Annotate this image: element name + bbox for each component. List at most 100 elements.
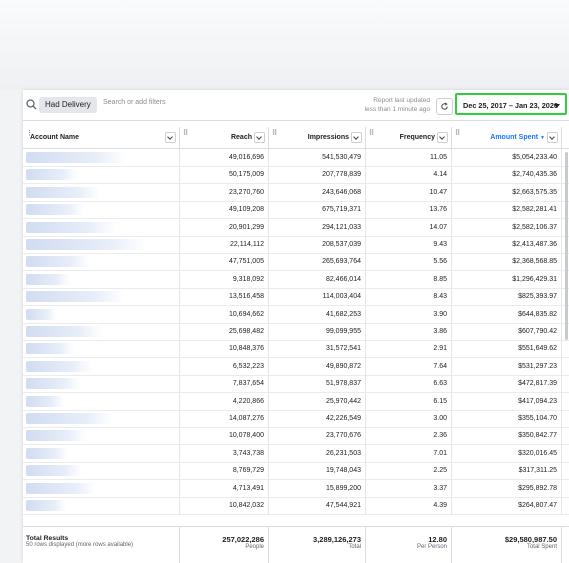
table-row[interactable]: 6,532,223 49,890,872 7.64 $531,297.23 [23, 357, 569, 376]
reach-cell: 22,114,112 [180, 236, 269, 253]
table-row[interactable]: 10,694,662 41,682,253 3.90 $644,835.82 [23, 305, 569, 324]
table-row[interactable]: 22,114,112 208,537,039 9.43 $2,413,487.36 [23, 236, 569, 254]
table-row[interactable]: 9,318,092 82,466,014 8.85 $1,296,429.31 [23, 270, 569, 289]
totals-unit: People [245, 544, 264, 550]
table-row[interactable]: 10,078,400 23,770,676 2.36 $350,842.77 [23, 427, 569, 446]
account-name-cell[interactable] [23, 357, 180, 375]
account-name-cell[interactable] [23, 305, 180, 323]
account-name-cell[interactable] [23, 375, 180, 393]
vertical-scrollbar[interactable] [565, 152, 568, 340]
totals-unit: Total Spent [526, 544, 557, 550]
table-row[interactable]: 8,769,729 19,748,043 2.25 $317,311.25 [23, 462, 569, 481]
table-row[interactable]: 14,087,276 42,226,549 3.00 $355,104.70 [23, 410, 569, 428]
frequency-cell: 6.15 [366, 392, 452, 410]
account-name-cell[interactable] [23, 288, 180, 306]
totals-label-cell: Total Results 50 rows displayed (more ro… [23, 527, 180, 563]
drag-handle-icon[interactable]: ⠿ [183, 126, 188, 142]
amount-cell: $2,413,487.36 [452, 236, 562, 253]
account-name-cell[interactable] [23, 149, 180, 166]
frequency-cell: 7.64 [366, 357, 452, 375]
account-name-cell[interactable] [23, 392, 180, 410]
amount-cell: $2,582,106.37 [452, 218, 562, 236]
table-row[interactable]: 49,016,696 541,530,479 11.05 $5,054,233.40 [23, 149, 569, 167]
redacted-account-name [26, 500, 66, 511]
reach-cell: 47,751,005 [180, 253, 269, 271]
table-row[interactable]: 20,901,299 294,121,033 14.07 $2,582,106.37 [23, 218, 569, 237]
impressions-cell: 207,778,839 [269, 166, 366, 184]
frequency-cell: 8.85 [366, 270, 452, 288]
account-name-cell[interactable] [23, 253, 180, 271]
table-row[interactable]: 4,220,866 25,970,442 6.15 $417,094.23 [23, 392, 569, 411]
refresh-button[interactable] [436, 98, 453, 115]
account-name-cell[interactable] [23, 410, 180, 427]
column-header-reach[interactable]: ⠿ Reach [180, 127, 269, 148]
column-label: Reach [230, 134, 252, 141]
column-label: Amount Spent [490, 134, 539, 141]
table-row[interactable]: 23,270,760 243,646,068 10.47 $2,663,575.35 [23, 183, 569, 202]
amount-cell: $2,368,568.85 [452, 253, 562, 271]
redacted-account-name [26, 256, 90, 268]
amount-cell: $644,835.82 [452, 305, 562, 323]
column-header-frequency[interactable]: ⠿ Frequency [366, 127, 452, 148]
redacted-account-name [26, 204, 84, 216]
chevron-down-icon[interactable] [165, 132, 176, 143]
chevron-down-icon[interactable] [254, 132, 265, 143]
account-name-cell[interactable] [23, 444, 180, 462]
account-name-cell[interactable] [23, 236, 180, 253]
column-header-account-name[interactable]: ⋮ Account Name [23, 127, 180, 148]
account-name-cell[interactable] [23, 427, 180, 445]
chevron-down-icon[interactable] [351, 132, 362, 143]
table-header: ⋮ Account Name ⠿ Reach ⠿ Impressions ⠿ F… [23, 127, 569, 149]
impressions-cell: 25,970,442 [269, 392, 366, 410]
account-name-cell[interactable] [23, 183, 180, 201]
frequency-cell: 4.39 [366, 497, 452, 514]
chevron-down-icon[interactable] [437, 132, 448, 143]
redacted-account-name [26, 465, 82, 477]
amount-cell: $295,892.78 [452, 479, 562, 497]
column-header-impressions[interactable]: ⠿ Impressions [269, 127, 366, 148]
column-header-amount-spent[interactable]: ⠿ Amount Spent ▼ [452, 127, 562, 148]
table-row[interactable]: 47,751,005 265,693,764 5.56 $2,368,568.85 [23, 253, 569, 272]
account-name-cell[interactable] [23, 340, 180, 358]
table-row[interactable]: 10,842,032 47,544,921 4.39 $264,807.47 [23, 497, 569, 515]
drag-handle-icon[interactable]: ⠿ [272, 126, 277, 142]
account-name-cell[interactable] [23, 201, 180, 219]
search-icon[interactable] [25, 98, 39, 112]
account-name-cell[interactable] [23, 270, 180, 288]
account-name-cell[interactable] [23, 462, 180, 480]
redacted-account-name [26, 291, 124, 303]
table-row[interactable]: 4,713,491 15,899,200 3.37 $295,892.78 [23, 479, 569, 498]
totals-value: 3,289,126,273 [313, 535, 361, 544]
table-row[interactable]: 3,743,738 26,231,503 7.01 $320,016.45 [23, 444, 569, 463]
redacted-account-name [26, 326, 102, 337]
search-input[interactable]: Search or add filters [103, 99, 166, 106]
drag-handle-icon[interactable]: ⠿ [369, 126, 374, 142]
account-name-cell[interactable] [23, 166, 180, 184]
reach-cell: 10,694,662 [180, 305, 269, 323]
totals-row: Total Results 50 rows displayed (more ro… [23, 526, 569, 563]
table-row[interactable]: 7,837,654 51,978,837 6.63 $472,817.39 [23, 375, 569, 394]
account-name-cell[interactable] [23, 323, 180, 340]
drag-handle-icon[interactable]: ⠿ [455, 126, 460, 142]
table-row[interactable]: 10,848,376 31,572,541 2.91 $551,649.62 [23, 340, 569, 359]
filter-chip[interactable]: Had Delivery [39, 97, 97, 113]
table-row[interactable]: 49,109,208 675,719,371 13.76 $2,582,281.41 [23, 201, 569, 220]
account-name-cell[interactable] [23, 218, 180, 236]
frequency-cell: 4.14 [366, 166, 452, 184]
amount-cell: $472,817.39 [452, 375, 562, 393]
frequency-cell: 7.01 [366, 444, 452, 462]
account-name-cell[interactable] [23, 479, 180, 497]
reach-cell: 6,532,223 [180, 357, 269, 375]
amount-cell: $417,094.23 [452, 392, 562, 410]
reach-cell: 4,220,866 [180, 392, 269, 410]
table-row[interactable]: 25,698,482 99,099,955 3.86 $607,790.42 [23, 323, 569, 341]
redacted-account-name [26, 343, 74, 355]
table-row[interactable]: 13,516,458 114,003,404 8.43 $825,393.97 [23, 288, 569, 307]
amount-cell: $317,311.25 [452, 462, 562, 480]
account-name-cell[interactable] [23, 497, 180, 514]
chevron-down-icon[interactable] [547, 132, 558, 143]
date-range-picker[interactable]: Dec 25, 2017 – Jan 23, 2020 [455, 93, 567, 115]
sort-desc-icon: ▼ [540, 135, 545, 141]
table-row[interactable]: 50,175,009 207,778,839 4.14 $2,740,435.36 [23, 166, 569, 185]
column-label: Impressions [307, 134, 349, 141]
